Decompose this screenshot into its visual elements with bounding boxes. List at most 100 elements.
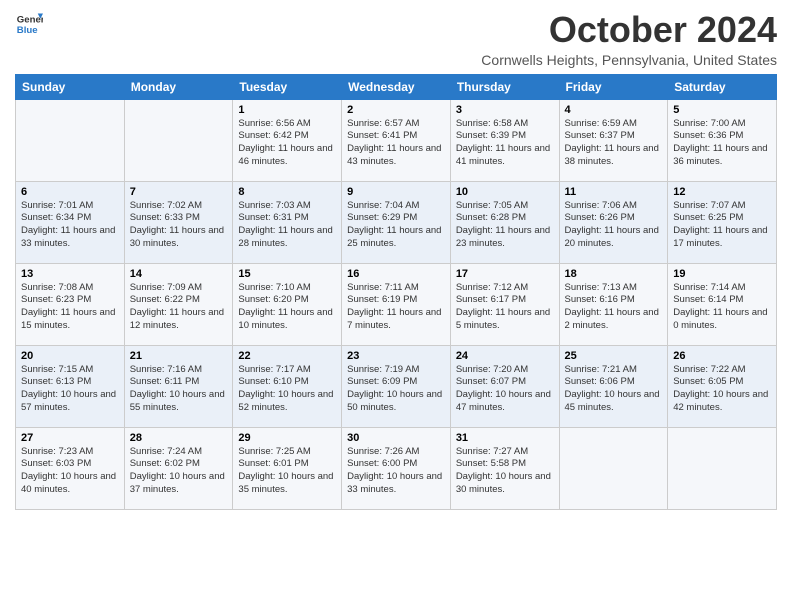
- page-header: General Blue General Blue October 2024 C…: [15, 10, 777, 68]
- day-number: 9: [347, 186, 445, 198]
- table-cell: 7Sunrise: 7:02 AMSunset: 6:33 PMDaylight…: [124, 181, 233, 263]
- week-row-1: 1 Sunrise: 6:56 AMSunset: 6:42 PMDaylight…: [16, 99, 777, 181]
- day-detail: Sunrise: 7:15 AMSunset: 6:13 PMDaylight:…: [21, 364, 119, 415]
- location: Cornwells Heights, Pennsylvania, United …: [481, 52, 777, 68]
- day-number: 10: [456, 186, 554, 198]
- day-number: 7: [130, 186, 228, 198]
- table-cell: [16, 99, 125, 181]
- day-number: 15: [238, 268, 336, 280]
- col-wednesday: Wednesday: [342, 74, 451, 99]
- table-cell: 26 Sunrise: 7:22 AMSunset: 6:05 PMDayligh…: [668, 345, 777, 427]
- day-detail: Sunrise: 7:00 AMSunset: 6:36 PMDaylight:…: [673, 118, 771, 169]
- day-number: 2: [347, 104, 445, 116]
- day-detail: Sunrise: 7:07 AMSunset: 6:25 PMDaylight:…: [673, 200, 771, 251]
- day-number: 24: [456, 350, 554, 362]
- day-detail: Sunrise: 6:58 AMSunset: 6:39 PMDaylight:…: [456, 118, 554, 169]
- day-number: 16: [347, 268, 445, 280]
- day-number: 13: [21, 268, 119, 280]
- day-number: 25: [565, 350, 663, 362]
- table-cell: 6 Sunrise: 7:01 AMSunset: 6:34 PMDaylight…: [16, 181, 125, 263]
- table-cell: 3 Sunrise: 6:58 AMSunset: 6:39 PMDaylight…: [450, 99, 559, 181]
- day-number: 27: [21, 432, 119, 444]
- table-cell: 16 Sunrise: 7:11 AMSunset: 6:19 PMDayligh…: [342, 263, 451, 345]
- day-detail: Sunrise: 7:14 AMSunset: 6:14 PMDaylight:…: [673, 282, 771, 333]
- week-row-5: 27 Sunrise: 7:23 AMSunset: 6:03 PMDayligh…: [16, 427, 777, 509]
- table-cell: 19 Sunrise: 7:14 AMSunset: 6:14 PMDayligh…: [668, 263, 777, 345]
- day-number: 21: [130, 350, 228, 362]
- day-detail: Sunrise: 7:21 AMSunset: 6:06 PMDaylight:…: [565, 364, 663, 415]
- header-row: Sunday Monday Tuesday Wednesday Thursday…: [16, 74, 777, 99]
- logo-icon: General Blue: [15, 10, 43, 38]
- day-detail: Sunrise: 6:56 AMSunset: 6:42 PMDaylight:…: [238, 118, 336, 169]
- day-detail: Sunrise: 7:03 AMSunset: 6:31 PMDaylight:…: [238, 200, 336, 251]
- day-number: 30: [347, 432, 445, 444]
- day-detail: Sunrise: 7:17 AMSunset: 6:10 PMDaylight:…: [238, 364, 336, 415]
- day-detail: Sunrise: 7:06 AMSunset: 6:26 PMDaylight:…: [565, 200, 663, 251]
- col-thursday: Thursday: [450, 74, 559, 99]
- day-detail: Sunrise: 7:13 AMSunset: 6:16 PMDaylight:…: [565, 282, 663, 333]
- table-cell: 4 Sunrise: 6:59 AMSunset: 6:37 PMDaylight…: [559, 99, 668, 181]
- table-cell: 2 Sunrise: 6:57 AMSunset: 6:41 PMDaylight…: [342, 99, 451, 181]
- month-title: October 2024: [481, 10, 777, 50]
- day-detail: Sunrise: 7:05 AMSunset: 6:28 PMDaylight:…: [456, 200, 554, 251]
- table-cell: 11 Sunrise: 7:06 AMSunset: 6:26 PMDayligh…: [559, 181, 668, 263]
- table-cell: 20 Sunrise: 7:15 AMSunset: 6:13 PMDayligh…: [16, 345, 125, 427]
- table-cell: 28 Sunrise: 7:24 AMSunset: 6:02 PMDayligh…: [124, 427, 233, 509]
- day-detail: Sunrise: 7:23 AMSunset: 6:03 PMDaylight:…: [21, 446, 119, 497]
- day-number: 19: [673, 268, 771, 280]
- day-detail: Sunrise: 7:19 AMSunset: 6:09 PMDaylight:…: [347, 364, 445, 415]
- day-number: 26: [673, 350, 771, 362]
- table-cell: 30Sunrise: 7:26 AMSunset: 6:00 PMDayligh…: [342, 427, 451, 509]
- table-cell: 21 Sunrise: 7:16 AMSunset: 6:11 PMDayligh…: [124, 345, 233, 427]
- table-cell: 1 Sunrise: 6:56 AMSunset: 6:42 PMDaylight…: [233, 99, 342, 181]
- col-tuesday: Tuesday: [233, 74, 342, 99]
- table-cell: 29 Sunrise: 7:25 AMSunset: 6:01 PMDayligh…: [233, 427, 342, 509]
- day-number: 28: [130, 432, 228, 444]
- table-cell: [124, 99, 233, 181]
- table-cell: 27 Sunrise: 7:23 AMSunset: 6:03 PMDayligh…: [16, 427, 125, 509]
- day-number: 3: [456, 104, 554, 116]
- day-detail: Sunrise: 6:57 AMSunset: 6:41 PMDaylight:…: [347, 118, 445, 169]
- day-number: 12: [673, 186, 771, 198]
- day-number: 23: [347, 350, 445, 362]
- day-number: 31: [456, 432, 554, 444]
- day-detail: Sunrise: 7:20 AMSunset: 6:07 PMDaylight:…: [456, 364, 554, 415]
- day-detail: Sunrise: 7:11 AMSunset: 6:19 PMDaylight:…: [347, 282, 445, 333]
- day-number: 6: [21, 186, 119, 198]
- day-detail: Sunrise: 7:04 AMSunset: 6:29 PMDaylight:…: [347, 200, 445, 251]
- table-cell: 18 Sunrise: 7:13 AMSunset: 6:16 PMDayligh…: [559, 263, 668, 345]
- table-cell: 24 Sunrise: 7:20 AMSunset: 6:07 PMDayligh…: [450, 345, 559, 427]
- day-number: 18: [565, 268, 663, 280]
- day-number: 14: [130, 268, 228, 280]
- table-cell: 12 Sunrise: 7:07 AMSunset: 6:25 PMDayligh…: [668, 181, 777, 263]
- day-detail: Sunrise: 7:22 AMSunset: 6:05 PMDaylight:…: [673, 364, 771, 415]
- table-cell: [559, 427, 668, 509]
- day-detail: Sunrise: 6:59 AMSunset: 6:37 PMDaylight:…: [565, 118, 663, 169]
- table-cell: 22Sunrise: 7:17 AMSunset: 6:10 PMDayligh…: [233, 345, 342, 427]
- logo: General Blue General Blue: [15, 10, 43, 38]
- calendar-body: 1 Sunrise: 6:56 AMSunset: 6:42 PMDaylight…: [16, 99, 777, 509]
- week-row-2: 6 Sunrise: 7:01 AMSunset: 6:34 PMDaylight…: [16, 181, 777, 263]
- day-detail: Sunrise: 7:24 AMSunset: 6:02 PMDaylight:…: [130, 446, 228, 497]
- day-number: 17: [456, 268, 554, 280]
- table-cell: 17Sunrise: 7:12 AMSunset: 6:17 PMDayligh…: [450, 263, 559, 345]
- day-number: 29: [238, 432, 336, 444]
- table-cell: 31Sunrise: 7:27 AMSunset: 5:58 PMDayligh…: [450, 427, 559, 509]
- table-cell: 23 Sunrise: 7:19 AMSunset: 6:09 PMDayligh…: [342, 345, 451, 427]
- day-detail: Sunrise: 7:09 AMSunset: 6:22 PMDaylight:…: [130, 282, 228, 333]
- svg-text:Blue: Blue: [17, 25, 38, 36]
- table-cell: 13Sunrise: 7:08 AMSunset: 6:23 PMDayligh…: [16, 263, 125, 345]
- day-number: 11: [565, 186, 663, 198]
- day-number: 4: [565, 104, 663, 116]
- table-cell: 25 Sunrise: 7:21 AMSunset: 6:06 PMDayligh…: [559, 345, 668, 427]
- table-cell: 15 Sunrise: 7:10 AMSunset: 6:20 PMDayligh…: [233, 263, 342, 345]
- day-number: 5: [673, 104, 771, 116]
- day-number: 20: [21, 350, 119, 362]
- day-detail: Sunrise: 7:01 AMSunset: 6:34 PMDaylight:…: [21, 200, 119, 251]
- col-monday: Monday: [124, 74, 233, 99]
- day-number: 1: [238, 104, 336, 116]
- col-saturday: Saturday: [668, 74, 777, 99]
- day-detail: Sunrise: 7:25 AMSunset: 6:01 PMDaylight:…: [238, 446, 336, 497]
- day-detail: Sunrise: 7:16 AMSunset: 6:11 PMDaylight:…: [130, 364, 228, 415]
- day-detail: Sunrise: 7:10 AMSunset: 6:20 PMDaylight:…: [238, 282, 336, 333]
